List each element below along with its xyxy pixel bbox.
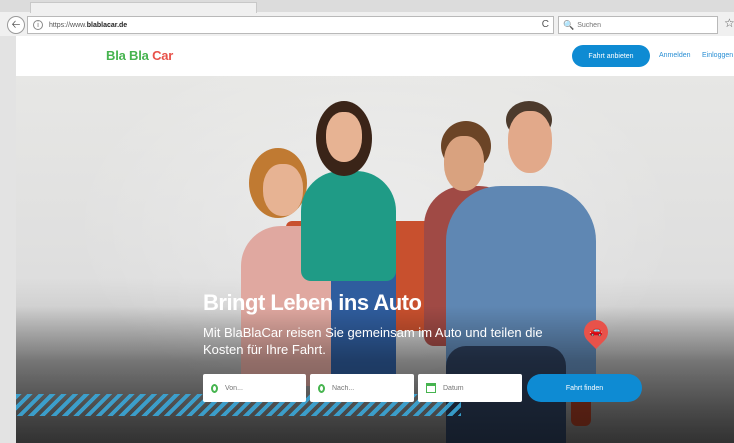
from-field[interactable] bbox=[203, 374, 306, 402]
find-ride-button[interactable]: Fahrt finden bbox=[527, 374, 642, 402]
login-link[interactable]: Anmelden bbox=[659, 52, 691, 59]
origin-marker-icon bbox=[211, 383, 218, 393]
to-field[interactable] bbox=[310, 374, 414, 402]
back-button[interactable]: 🡠 bbox=[7, 16, 25, 34]
browser-toolbar: 🡠 i https://www.blablacar.de C 🔍 ☆ bbox=[0, 0, 734, 36]
offer-ride-button[interactable]: Fahrt anbieten bbox=[572, 45, 650, 67]
logo-bla: Bla Bla bbox=[106, 48, 149, 63]
browser-tab[interactable] bbox=[30, 2, 257, 13]
logo-car: Car bbox=[152, 48, 174, 63]
site-header: Bla Bla Car Fahrt anbieten Anmelden Einl… bbox=[16, 36, 734, 76]
date-field[interactable] bbox=[418, 374, 522, 402]
signup-link[interactable]: Einloggen bbox=[702, 52, 733, 59]
browser-search-box[interactable]: 🔍 bbox=[558, 16, 718, 34]
browser-search-input[interactable] bbox=[577, 21, 698, 29]
car-icon: 🚗 bbox=[589, 325, 603, 337]
date-input[interactable] bbox=[443, 384, 503, 392]
reload-icon[interactable]: C bbox=[542, 19, 549, 30]
to-input[interactable] bbox=[332, 384, 392, 392]
hero-title: Bringt Leben ins Auto bbox=[203, 290, 422, 315]
destination-marker-icon bbox=[318, 383, 325, 393]
blablacar-logo[interactable]: Bla Bla Car bbox=[106, 48, 173, 63]
calendar-icon bbox=[426, 383, 436, 393]
search-icon: 🔍 bbox=[563, 19, 575, 30]
back-icon: 🡠 bbox=[11, 18, 21, 31]
star-icon[interactable]: ☆ bbox=[724, 16, 734, 30]
url-text: https://www.blablacar.de bbox=[49, 21, 128, 29]
address-bar[interactable]: i https://www.blablacar.de C bbox=[27, 16, 554, 34]
info-icon[interactable]: i bbox=[33, 20, 43, 30]
window-edge bbox=[0, 36, 16, 443]
from-input[interactable] bbox=[225, 384, 285, 392]
tab-strip bbox=[0, 0, 734, 13]
hero-section: Bringt Leben ins Auto Mit BlaBlaCar reis… bbox=[16, 76, 734, 443]
hero-subtitle: Mit BlaBlaCar reisen Sie gemeinsam im Au… bbox=[203, 325, 543, 357]
